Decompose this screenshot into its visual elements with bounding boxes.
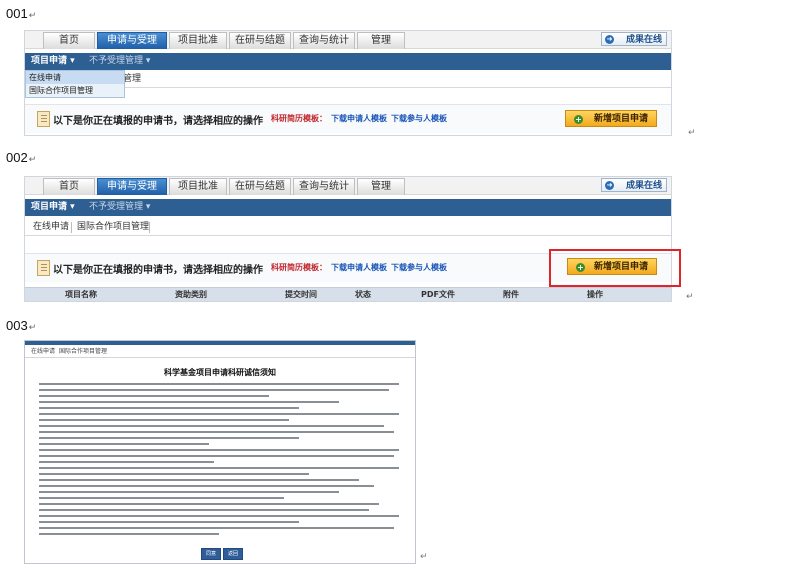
non-accept-menu[interactable]: 不予受理管理 ▾ [89,53,150,70]
doc-text-line [39,491,339,493]
doc-text-line [39,485,374,487]
arrow-circle-icon: ➜ [605,35,614,44]
doc-text-line [39,467,399,469]
col-pdf-file: PDF文件 [421,290,455,299]
project-apply-menu[interactable]: 项目申请 ▾ [31,199,75,216]
apply-dropdown-menu: 在线申请 国际合作项目管理 [25,70,125,98]
subnav-divider [71,222,72,233]
panel-002: 首页 申请与受理 项目批准 在研与结题 查询与统计 管理 ➜ 成果在线 项目申请 … [24,176,681,302]
tab-query-stats[interactable]: 查询与统计 [293,178,355,195]
main-tab-bar: 首页 申请与受理 项目批准 在研与结题 查询与统计 管理 ➜ 成果在线 [25,31,671,49]
return-mark: ↵ [686,292,694,302]
doc-text-line [39,461,214,463]
tab-manage[interactable]: 管理 [357,32,405,49]
document-icon [37,111,50,127]
doc-text-line [39,503,379,505]
doc-text-line [39,455,394,457]
doc-subnav-online-apply[interactable]: 在线申请 [31,346,55,357]
doc-text-line [39,419,289,421]
template-label: 科研简历模板： [271,263,327,272]
project-apply-menu[interactable]: 项目申请 ▾ [31,53,75,70]
col-submit-time: 提交时间 [285,290,317,299]
template-label: 科研简历模板： [271,114,327,123]
tab-query-stats[interactable]: 查询与统计 [293,32,355,49]
notice-message: 以下是你正在填报的申请书，请选择相应的操作 [53,265,263,276]
col-action: 操作 [587,290,603,299]
step-label-003: 003↵ [6,318,37,333]
step-label-001: 001↵ [6,6,37,21]
doc-text-line [39,425,384,427]
doc-subnav-intl-coop[interactable]: 国际合作项目管理 [59,346,107,357]
doc-topbar [25,341,415,345]
download-participant-template-link[interactable]: 下载参与人模板 [391,113,447,124]
tab-research-closure[interactable]: 在研与结题 [229,32,291,49]
back-button[interactable]: 返回 [223,548,243,560]
doc-text-line [39,443,209,445]
notice-message: 以下是你正在填报的申请书，请选择相应的操作 [53,116,263,127]
document-icon [37,260,50,276]
doc-text-line [39,497,284,499]
panel-001: 首页 申请与受理 项目批准 在研与结题 查询与统计 管理 ➜ 成果在线 项目申请 … [24,30,672,136]
doc-text-line [39,533,219,535]
doc-text-line [39,527,394,529]
tab-project-approval[interactable]: 项目批准 [169,32,227,49]
tab-apply-accept[interactable]: 申请与受理 [97,32,167,49]
doc-text-line [39,521,299,523]
tab-apply-accept[interactable]: 申请与受理 [97,178,167,195]
dropdown-item-online-apply[interactable]: 在线申请 [26,71,124,84]
plus-icon: + [574,115,583,124]
non-accept-menu[interactable]: 不予受理管理 ▾ [89,199,150,216]
subnav-intl-coop[interactable]: 国际合作项目管理 [77,219,149,235]
doc-text-line [39,509,369,511]
subnav-partial-manage[interactable]: 管理 [123,71,141,87]
download-applicant-template-link[interactable]: 下载申请人模板 [331,262,387,273]
doc-text-line [39,473,309,475]
tab-home[interactable]: 首页 [43,32,95,49]
main-tab-bar: 首页 申请与受理 项目批准 在研与结题 查询与统计 管理 ➜ 成果在线 [25,177,671,195]
applications-table-header: 项目名称 资助类别 提交时间 状态 PDF文件 附件 操作 [25,287,671,301]
achievement-online-button[interactable]: ➜ 成果在线 [601,32,667,46]
return-mark: ↵ [688,128,696,138]
secondary-nav: 项目申请 ▾ 不予受理管理 ▾ [25,53,671,70]
tab-manage[interactable]: 管理 [357,178,405,195]
download-participant-template-link[interactable]: 下载参与人模板 [391,262,447,273]
doc-text-line [39,383,399,385]
doc-text-line [39,437,299,439]
tab-home[interactable]: 首页 [43,178,95,195]
col-status: 状态 [355,290,371,299]
doc-text-line [39,413,399,415]
doc-text-line [39,395,269,397]
doc-title: 科学基金项目申请科研诚信须知 [164,368,276,377]
doc-text-line [39,407,299,409]
add-project-application-button[interactable]: + 新增项目申请 [565,110,657,127]
highlight-box [549,249,681,287]
dropdown-item-intl-coop[interactable]: 国际合作项目管理 [26,84,124,97]
doc-subnav: 在线申请 国际合作项目管理 [25,346,415,358]
download-applicant-template-link[interactable]: 下载申请人模板 [331,113,387,124]
step-label-002: 002↵ [6,150,37,165]
tab-research-closure[interactable]: 在研与结题 [229,178,291,195]
notice-bar: 以下是你正在填报的申请书，请选择相应的操作 科研简历模板： 下载申请人模板 下载… [25,104,671,133]
agree-button[interactable]: 同意 [201,548,221,560]
arrow-circle-icon: ➜ [605,181,614,190]
return-mark: ↵ [420,552,428,562]
achievement-online-button[interactable]: ➜ 成果在线 [601,178,667,192]
doc-text-line [39,431,394,433]
doc-text-line [39,479,359,481]
subnav-bar: 在线申请 国际合作项目管理 [25,219,671,236]
doc-text-line [39,449,399,451]
tab-project-approval[interactable]: 项目批准 [169,178,227,195]
doc-text-line [39,515,399,517]
secondary-nav: 项目申请 ▾ 不予受理管理 ▾ [25,199,671,216]
doc-text-line [39,389,389,391]
col-funding-category: 资助类别 [175,290,207,299]
doc-text-line [39,401,339,403]
subnav-online-apply[interactable]: 在线申请 [33,219,69,235]
col-attachment: 附件 [503,290,519,299]
col-project-name: 项目名称 [65,290,97,299]
subnav-divider [149,222,150,233]
integrity-notice-page: 在线申请 国际合作项目管理 科学基金项目申请科研诚信须知 同意 返回 [24,340,416,564]
